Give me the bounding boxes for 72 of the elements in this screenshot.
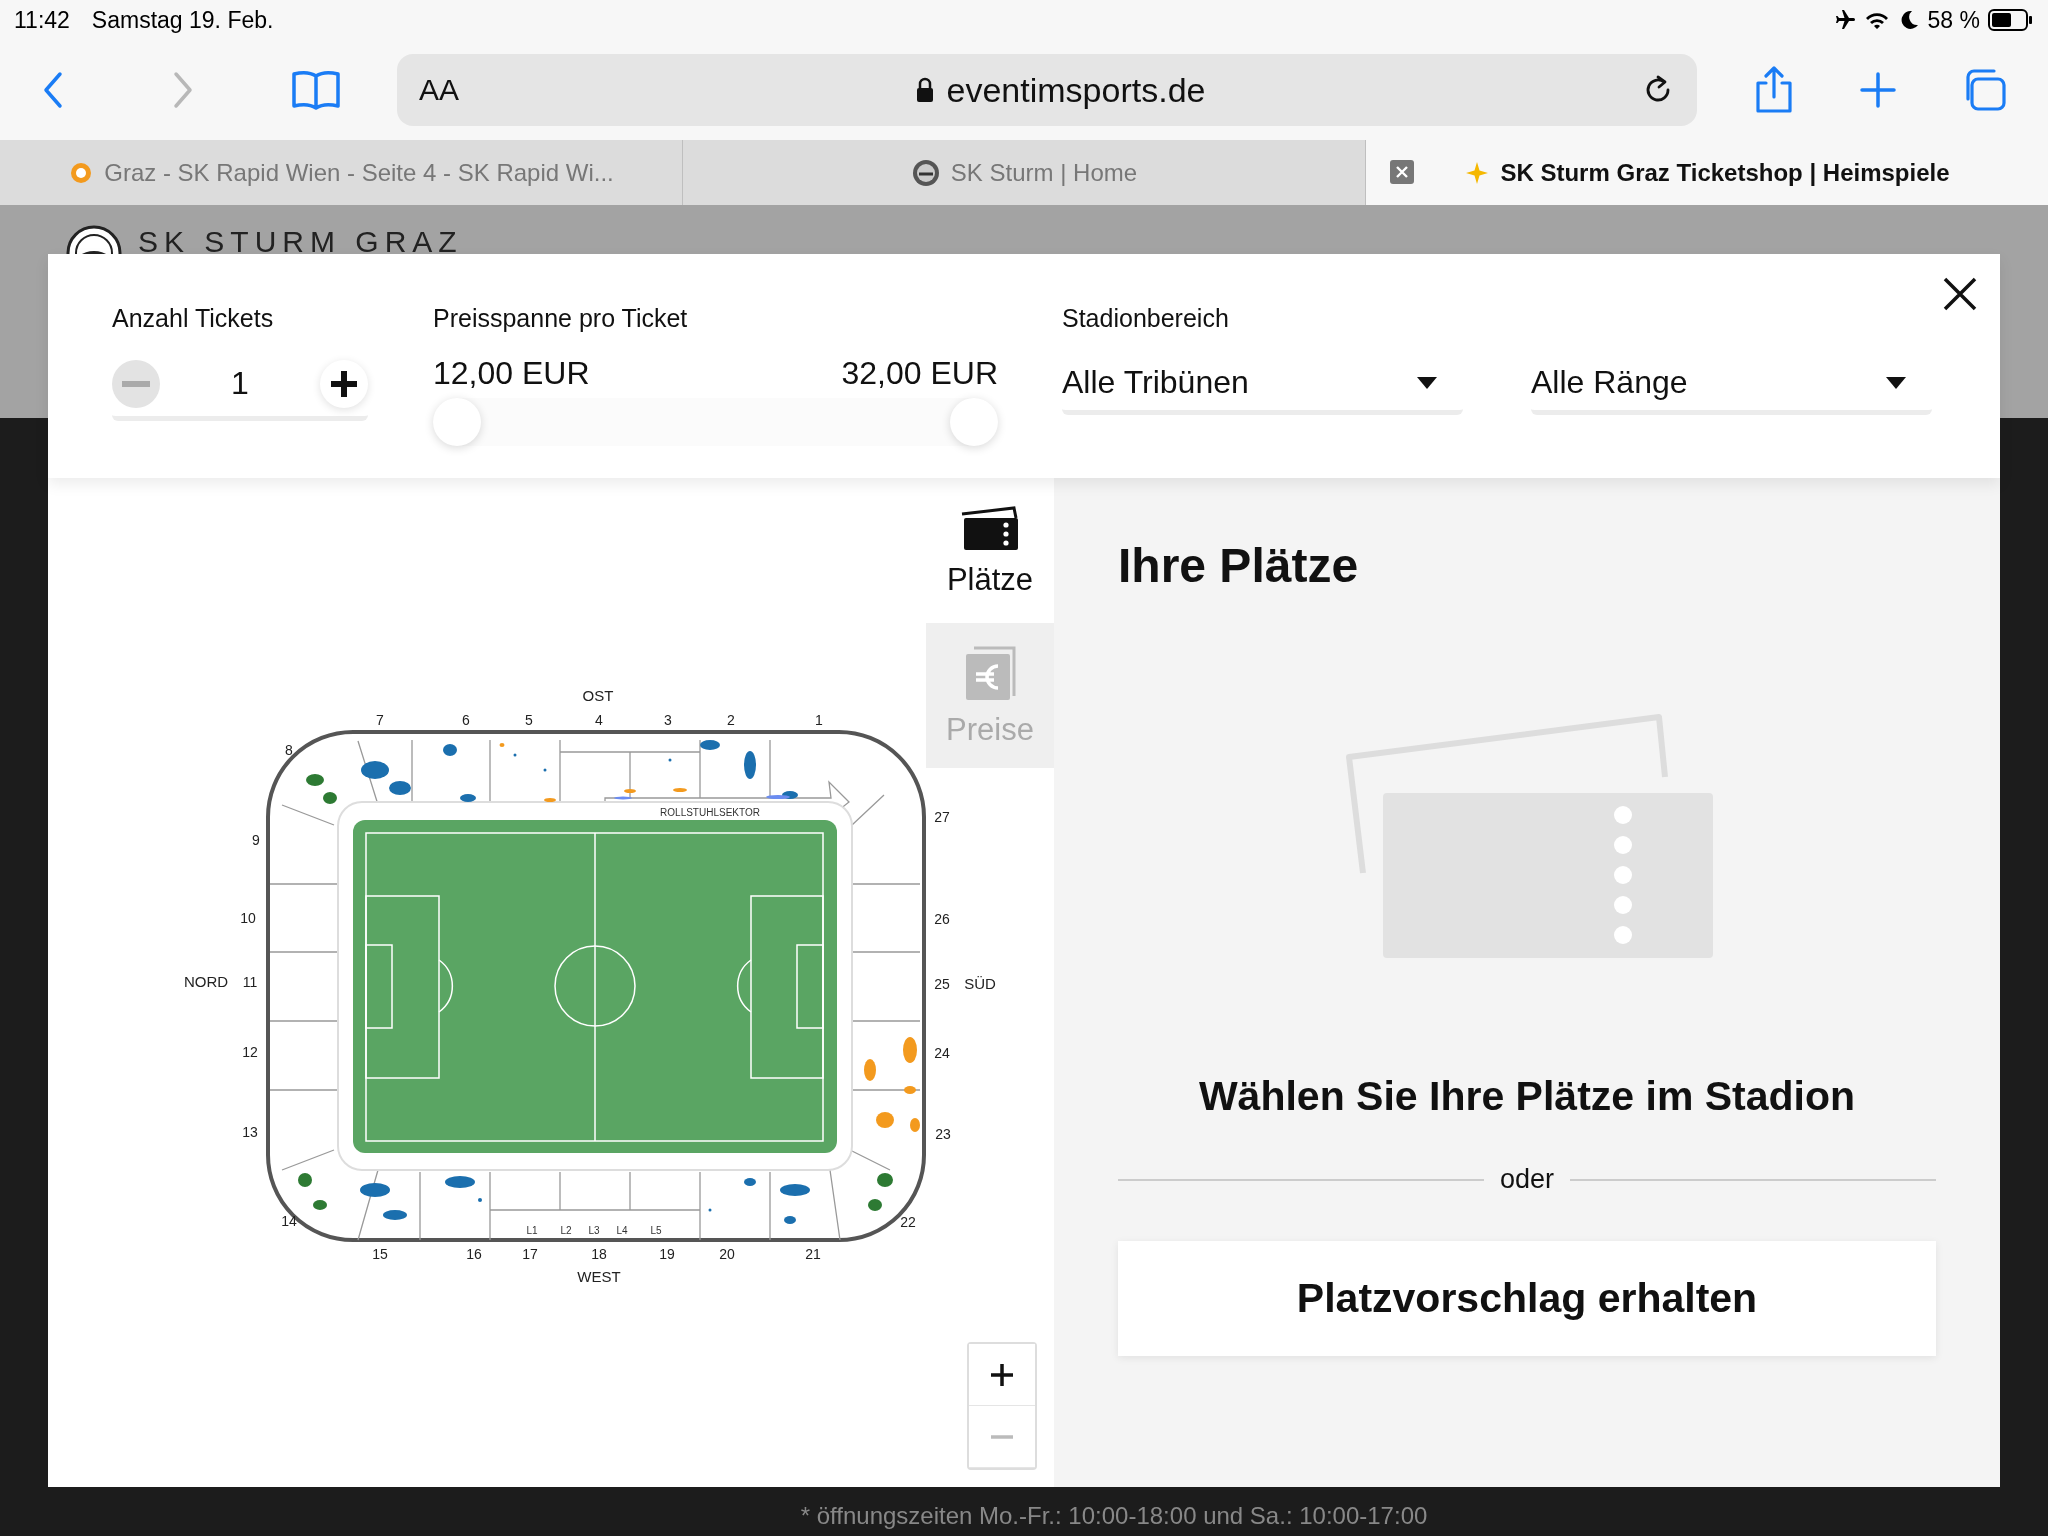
sector-number: 4 xyxy=(595,711,603,728)
sector-number: 6 xyxy=(462,711,470,728)
box-label: L1 xyxy=(526,1224,538,1236)
box-label: L3 xyxy=(588,1224,600,1236)
sector-number: 25 xyxy=(934,975,950,992)
box-label: L4 xyxy=(616,1224,628,1236)
opening-hours-note: * öffnungszeiten Mo.-Fr.: 10:00-18:00 und Sa.: 10:00-17:00 xyxy=(800,1502,1428,1530)
box-label: L2 xyxy=(560,1224,572,1236)
sector-number: 12 xyxy=(242,1043,258,1060)
address-bar[interactable]: AA eventimsports.de xyxy=(397,54,1697,126)
book-icon[interactable] xyxy=(290,68,342,112)
dropdown[interactable]: Alle Tribünen xyxy=(1062,355,1463,415)
status-date: Samstag 19. Feb. xyxy=(91,6,274,34)
sector-number: 19 xyxy=(659,1245,675,1262)
min-price: 12,00 EUR xyxy=(433,355,590,392)
close-icon[interactable] xyxy=(1942,276,1978,312)
sector-number: 7 xyxy=(376,711,384,728)
panel-title: Ihre Plätze xyxy=(1118,538,1359,593)
field-label: Preisspanne pro Ticket xyxy=(433,304,689,333)
stand-label: WEST xyxy=(577,1267,621,1285)
brand-name: SK STURM GRAZ xyxy=(138,225,463,259)
slider-thumb[interactable] xyxy=(433,398,481,446)
sector-number: 5 xyxy=(525,711,533,728)
field-label: Anzahl Tickets xyxy=(112,304,275,333)
box-label: L5 xyxy=(650,1224,662,1236)
browser-tab[interactable]: SK Sturm Graz Ticketshop | Heimspiele xyxy=(1366,140,2048,205)
sector-number: 23 xyxy=(935,1125,951,1142)
new-tab-icon[interactable] xyxy=(1858,70,1898,110)
slider-thumb[interactable] xyxy=(950,398,998,446)
divider-label: oder xyxy=(1500,1164,1555,1195)
sector-number: 9 xyxy=(252,831,260,848)
sector-number: 20 xyxy=(719,1245,735,1262)
stand-label: NORD xyxy=(183,972,229,990)
sector-number: 16 xyxy=(466,1245,482,1262)
zoom-in-button[interactable] xyxy=(969,1344,1035,1406)
club-crest-icon xyxy=(910,157,941,188)
sector-number: 3 xyxy=(664,711,672,728)
sector-number: 24 xyxy=(934,1044,950,1061)
dropdown-caret-icon xyxy=(1886,376,1906,389)
instruction-text: Wählen Sie Ihre Plätze im Stadion xyxy=(1198,1073,1856,1120)
url-text: eventimsports.de xyxy=(946,70,1206,110)
sector-number: 21 xyxy=(805,1245,821,1262)
sector-number: 10 xyxy=(240,909,256,926)
lock-icon xyxy=(914,77,935,103)
sector-number: 13 xyxy=(242,1123,258,1140)
max-price: 32,00 EUR xyxy=(841,355,998,392)
sector-number: 8 xyxy=(285,741,293,758)
wheelchair-sector-label: ROLLSTUHLSEKTOR xyxy=(660,806,760,818)
dropdown-caret-icon xyxy=(1417,376,1437,389)
dropdown[interactable]: Alle Ränge xyxy=(1531,355,1932,415)
status-time: 11:42 xyxy=(14,6,70,34)
battery-icon xyxy=(1988,8,2034,32)
seat-suggestion-button[interactable]: Platzvorschlag erhalten xyxy=(1118,1241,1936,1356)
sector-number: 26 xyxy=(934,910,950,927)
minus-icon xyxy=(989,1434,1015,1439)
plus-icon xyxy=(989,1361,1015,1388)
sector-number: 1 xyxy=(815,711,823,728)
sector-number: 11 xyxy=(242,973,258,990)
stand-label: OST xyxy=(582,686,614,704)
sector-number: 22 xyxy=(900,1213,916,1230)
text-size-button[interactable]: AA xyxy=(419,73,479,107)
stand-label: SÜD xyxy=(964,974,996,992)
sector-number: 27 xyxy=(934,808,950,825)
battery-percent: 58 % xyxy=(1927,6,1980,34)
increase-button[interactable] xyxy=(320,359,368,408)
ticket-count: 1 xyxy=(231,365,249,402)
sector-number: 2 xyxy=(727,711,735,728)
sector-number: 15 xyxy=(372,1245,388,1262)
sector-number: 14 xyxy=(281,1212,297,1229)
field-label: Stadionbereich xyxy=(1062,304,1230,333)
sector-number: 17 xyxy=(522,1245,538,1262)
sector-number: 18 xyxy=(591,1245,607,1262)
